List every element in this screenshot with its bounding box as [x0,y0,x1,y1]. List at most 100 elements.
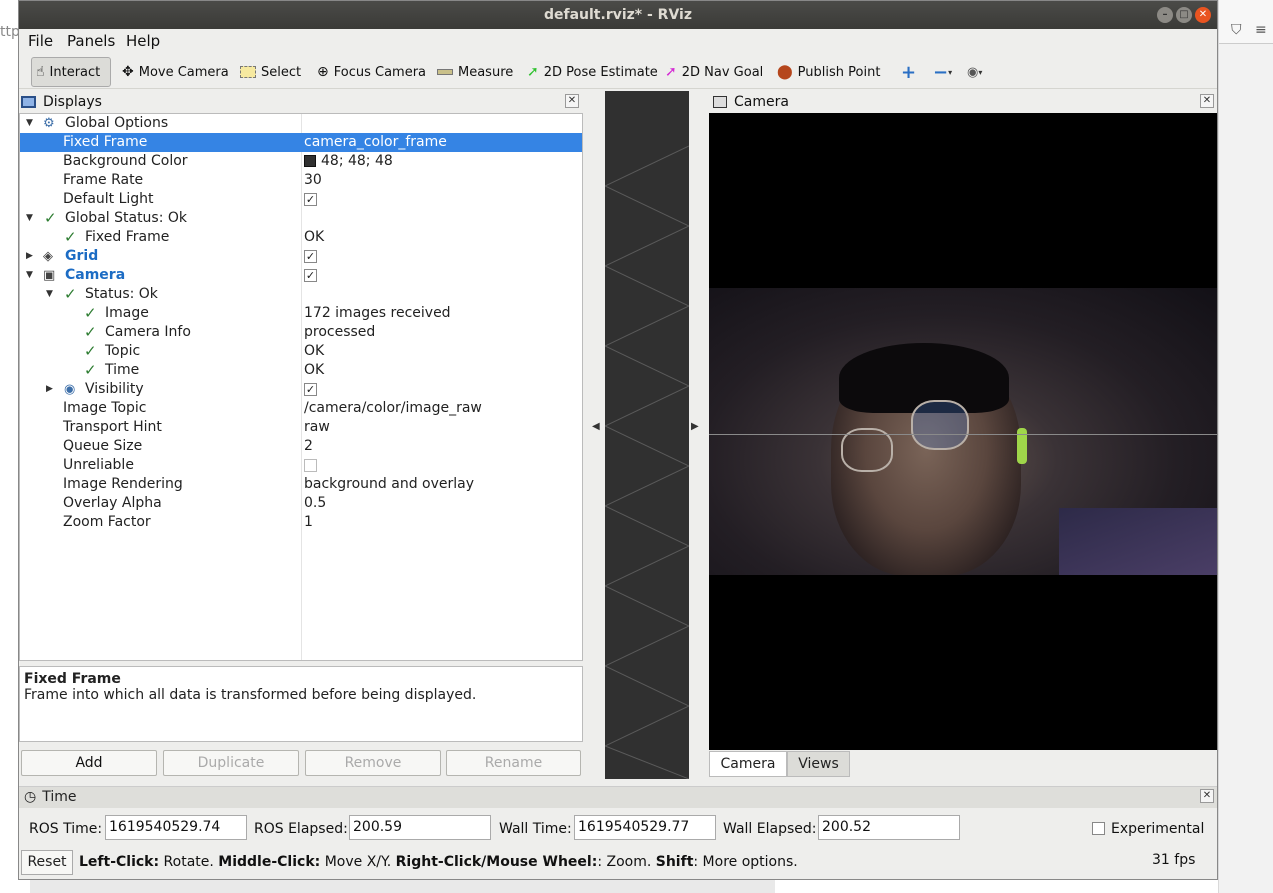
row-value[interactable]: 1 [304,513,313,532]
hint-left-click-key: Left-Click: [79,854,160,870]
select-label: Select [261,64,302,80]
plus-icon: + [901,61,917,83]
row-value[interactable]: raw [304,418,330,437]
select-tool-button[interactable]: Select [236,57,305,87]
camera-enabled-checkbox[interactable]: ✓ [304,268,317,282]
row-label: Transport Hint [63,419,162,435]
eye-icon: ◉ [64,382,76,397]
remove-display-button[interactable]: Remove [305,750,441,776]
expand-right-icon: ▶ [46,384,53,394]
menu-panels[interactable]: Panels [67,32,115,50]
focus-camera-tool-button[interactable]: ⊕ Focus Camera [313,57,430,87]
tree-row-topic-status[interactable]: ✓ Topic OK [20,342,582,361]
row-value [304,456,317,475]
expand-down-icon: ▼ [26,118,33,128]
tree-row-image-topic[interactable]: Image Topic /camera/color/image_raw [20,399,582,418]
tab-views[interactable]: Views [787,751,850,777]
tree-row-status-fixed-frame[interactable]: ✓ Fixed Frame OK [20,228,582,247]
hand-pointer-icon: ☝ [36,64,45,80]
ok-check-icon: ✓ [44,209,57,227]
ros-time-field[interactable]: 1619540529.74 [105,815,247,840]
tree-row-transport-hint[interactable]: Transport Hint raw [20,418,582,437]
tree-row-default-light[interactable]: Default Light ✓ [20,190,582,209]
glasses-right-lens [911,400,969,450]
wall-elapsed-label: Wall Elapsed: [723,821,817,837]
wall-time-field[interactable]: 1619540529.77 [574,815,716,840]
row-label: Image Topic [63,400,147,416]
rename-display-button[interactable]: Rename [446,750,581,776]
color-value: 48; 48; 48 [321,153,393,169]
camera-close-button[interactable]: ✕ [1200,94,1214,108]
visibility-checkbox[interactable]: ✓ [304,382,317,396]
map-pin-icon: ⬤ [777,64,793,80]
gear-icon: ⚙ [43,116,55,131]
nav-goal-tool-button[interactable]: ➚ 2D Nav Goal [661,57,767,87]
wall-elapsed-field[interactable]: 200.52 [818,815,960,840]
tool-bar: ☝ Interact ✥ Move Camera Select ⊕ Focus Cam… [19,55,1217,89]
tree-row-image-rendering[interactable]: Image Rendering background and overlay [20,475,582,494]
row-value[interactable]: background and overlay [304,475,474,494]
collapse-left-arrow-icon[interactable]: ◀ [592,421,600,432]
tree-row-visibility[interactable]: ▶ ◉ Visibility ✓ [20,380,582,399]
tree-row-time-status[interactable]: ✓ Time OK [20,361,582,380]
camera-dock-title: Camera [713,91,1213,113]
tree-row-camera-status[interactable]: ▼ ✓ Status: Ok [20,285,582,304]
time-close-button[interactable]: ✕ [1200,789,1214,803]
experimental-checkbox[interactable] [1092,822,1105,835]
tree-row-frame-rate[interactable]: Frame Rate 30 [20,171,582,190]
measure-tool-button[interactable]: Measure [433,57,517,87]
time-panel-title: ◷ Time [19,787,1217,808]
menu-icon: ≡ [1255,22,1267,38]
menu-file[interactable]: File [28,32,53,50]
minimize-button[interactable]: – [1157,7,1173,23]
collapse-right-arrow-icon[interactable]: ▶ [691,421,699,432]
help-hint: Left-Click: Rotate. Middle-Click: Move X… [79,854,798,870]
row-value[interactable]: 48; 48; 48 [304,152,393,171]
ok-check-icon: ✓ [84,304,97,322]
tree-row-global-options[interactable]: ▼ ⚙ Global Options [20,114,582,133]
tab-camera[interactable]: Camera [709,751,787,777]
row-value[interactable]: /camera/color/image_raw [304,399,482,418]
tree-row-fixed-frame[interactable]: Fixed Frame camera_color_frame [20,133,582,152]
row-value[interactable]: 30 [304,171,322,190]
pose-estimate-tool-button[interactable]: ➚ 2D Pose Estimate [523,57,662,87]
publish-point-label: Publish Point [797,64,881,80]
publish-point-tool-button[interactable]: ⬤ Publish Point [773,57,884,87]
camera-image-view[interactable] [709,113,1217,750]
color-swatch [304,155,316,167]
crosshair-icon: ⊕ [317,64,329,80]
add-display-button[interactable]: Add [21,750,157,776]
tree-row-zoom-factor[interactable]: Zoom Factor 1 [20,513,582,532]
menu-help[interactable]: Help [126,32,160,50]
duplicate-display-button[interactable]: Duplicate [163,750,299,776]
row-value[interactable]: 0.5 [304,494,326,513]
tree-row-background-color[interactable]: Background Color 48; 48; 48 [20,152,582,171]
add-tool-button[interactable]: + [897,57,920,87]
render-3d-view[interactable] [604,91,690,780]
grid-enabled-checkbox[interactable]: ✓ [304,249,317,263]
maximize-button[interactable]: □ [1176,7,1192,23]
row-value[interactable]: 2 [304,437,313,456]
remove-tool-button[interactable]: − ▾ [929,57,956,87]
ok-check-icon: ✓ [64,285,77,303]
move-camera-tool-button[interactable]: ✥ Move Camera [118,57,233,87]
tree-row-grid[interactable]: ▶ ◈ Grid ✓ [20,247,582,266]
row-value[interactable]: camera_color_frame [304,133,447,152]
tree-row-unreliable[interactable]: Unreliable [20,456,582,475]
reset-button[interactable]: Reset [21,850,73,875]
displays-close-button[interactable]: ✕ [565,94,579,108]
tree-row-camera-info-status[interactable]: ✓ Camera Info processed [20,323,582,342]
view-panel-button[interactable]: ◉ ▾ [963,57,986,87]
tree-row-global-status[interactable]: ▼ ✓ Global Status: Ok [20,209,582,228]
interact-tool-button[interactable]: ☝ Interact [31,57,111,87]
ros-elapsed-field[interactable]: 200.59 [349,815,491,840]
tree-row-queue-size[interactable]: Queue Size 2 [20,437,582,456]
row-label: Global Options [65,115,169,131]
tree-row-camera[interactable]: ▼ ▣ Camera ✓ [20,266,582,285]
tree-row-image-status[interactable]: ✓ Image 172 images received [20,304,582,323]
pocket-icon: ⛉ [1231,22,1242,38]
default-light-checkbox[interactable]: ✓ [304,192,317,206]
unreliable-checkbox[interactable] [304,458,317,472]
close-button[interactable]: ✕ [1195,7,1211,23]
tree-row-overlay-alpha[interactable]: Overlay Alpha 0.5 [20,494,582,513]
